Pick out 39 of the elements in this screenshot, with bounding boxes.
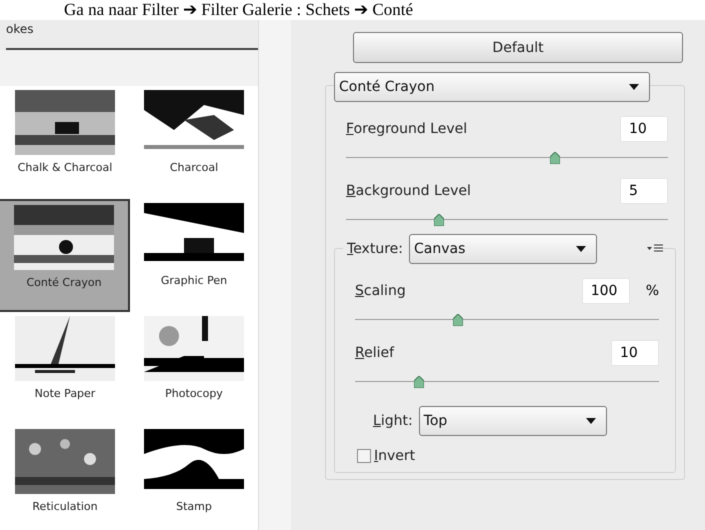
slider-track[interactable] <box>346 214 668 226</box>
slider-thumb[interactable] <box>434 214 444 226</box>
texture-dropdown[interactable]: Canvas <box>408 234 597 264</box>
texture-label: Texture: <box>347 241 403 257</box>
filter-thumbnail[interactable]: Conté Crayon <box>0 199 130 312</box>
filter-thumbnail[interactable]: Note Paper <box>0 312 130 425</box>
dropdown-arrow-icon <box>586 418 596 424</box>
filter-thumbnail[interactable]: Stamp <box>130 425 258 530</box>
panel-menu-icon[interactable] <box>646 244 663 254</box>
slider-thumb[interactable] <box>453 314 464 326</box>
filter-thumbnail[interactable]: Reticulation <box>0 425 130 530</box>
slider-thumb[interactable] <box>414 376 424 388</box>
slider-label: Background Level <box>346 183 471 199</box>
slider-label: Scaling <box>355 283 406 299</box>
slider-label: Foreground Level <box>346 121 468 137</box>
filter-thumbnail[interactable]: Charcoal <box>130 86 258 199</box>
value-field[interactable]: 100 <box>582 278 630 304</box>
slider-track[interactable] <box>355 376 659 388</box>
slider-label: Relief <box>355 345 394 361</box>
value-field[interactable]: 5 <box>620 178 668 204</box>
slider-track[interactable] <box>355 314 659 326</box>
unit-label: % <box>646 283 659 299</box>
filter-dropdown[interactable]: Conté Crayon <box>334 72 650 102</box>
value-field[interactable]: 10 <box>620 116 668 142</box>
dropdown-arrow-icon <box>629 84 639 90</box>
slider-track[interactable] <box>346 152 668 164</box>
filter-thumbnail[interactable]: Graphic Pen <box>130 199 258 312</box>
default-button[interactable]: Default <box>353 32 683 63</box>
light-label: Light: <box>373 413 413 429</box>
dropdown-arrow-icon <box>576 246 586 252</box>
invert-label: Invert <box>374 448 416 464</box>
caption: Ga na naar Filter ➔ Filter Galerie : Schets ➔ Conté <box>63 0 414 20</box>
light-dropdown[interactable]: Top <box>418 406 607 436</box>
filter-thumbnail[interactable]: Photocopy <box>130 312 258 425</box>
invert-checkbox[interactable] <box>357 449 371 463</box>
slider-thumb[interactable] <box>550 152 560 164</box>
folder-label: okes <box>5 21 34 38</box>
filter-thumbnail[interactable]: Chalk & Charcoal <box>0 86 130 199</box>
value-field[interactable]: 10 <box>611 340 659 366</box>
